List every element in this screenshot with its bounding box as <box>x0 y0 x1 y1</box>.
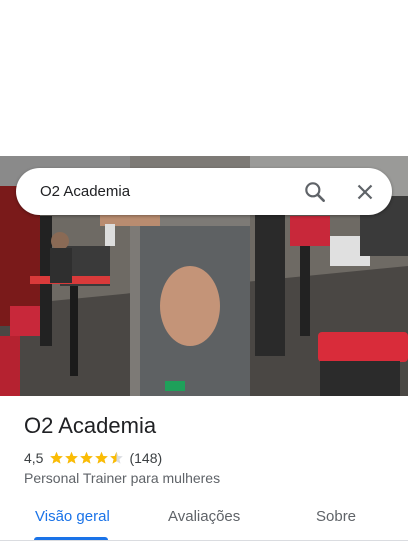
search-bar[interactable] <box>16 168 392 215</box>
star-icon <box>95 451 109 464</box>
place-tabs: Visão geral Avaliações Sobre <box>0 500 408 540</box>
star-icon <box>80 451 94 464</box>
review-count[interactable]: (148) <box>129 450 162 466</box>
tab-overview[interactable]: Visão geral <box>35 508 110 525</box>
close-icon[interactable] <box>352 179 378 205</box>
search-input[interactable] <box>40 181 280 201</box>
place-category[interactable]: Personal Trainer para mulheres <box>24 470 220 486</box>
star-rating <box>49 451 124 465</box>
place-name: O2 Academia <box>24 413 157 438</box>
search-icon[interactable] <box>302 179 328 205</box>
rating-row[interactable]: 4,5 (148) <box>24 449 162 467</box>
tab-about[interactable]: Sobre <box>316 508 356 525</box>
rating-value: 4,5 <box>24 450 44 466</box>
star-icon <box>65 451 79 464</box>
star-icon <box>110 451 124 464</box>
tabs-divider <box>0 540 408 541</box>
tab-reviews[interactable]: Avaliações <box>168 508 240 525</box>
star-icon <box>50 451 64 464</box>
